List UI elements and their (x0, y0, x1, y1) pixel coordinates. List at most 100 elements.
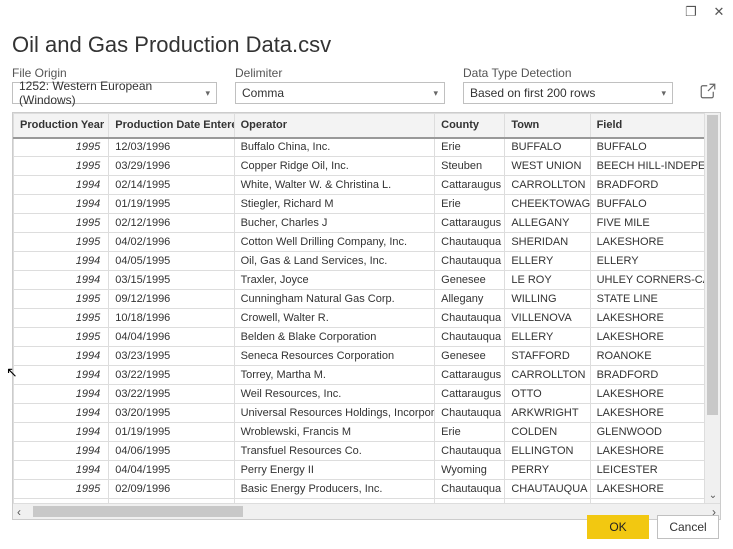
window-close-button[interactable]: ✕ (711, 4, 727, 20)
cell-date: 02/09/1996 (109, 480, 234, 499)
cell-year: 1995 (14, 233, 109, 252)
cell-op: Universal Resources Holdings, Incorporat… (234, 404, 435, 423)
column-header-town[interactable]: Town (505, 114, 590, 138)
cell-date: 09/12/1996 (109, 290, 234, 309)
column-header-field[interactable]: Field (590, 114, 704, 138)
cell-year: 1994 (14, 404, 109, 423)
cell-field: LAKESHORE (590, 385, 704, 404)
cell-op: Cunningham Natural Gas Corp. (234, 290, 435, 309)
chevron-down-icon: ▾ (205, 88, 210, 99)
column-header-county[interactable]: County (435, 114, 505, 138)
cell-town: BUFFALO (505, 138, 590, 157)
table-row[interactable]: 199510/18/1996Crowell, Walter R.Chautauq… (14, 309, 705, 328)
table-row[interactable]: 199403/15/1995Traxler, JoyceGeneseeLE RO… (14, 271, 705, 290)
table-row[interactable]: 199509/12/1996Cunningham Natural Gas Cor… (14, 290, 705, 309)
refresh-icon[interactable] (699, 82, 721, 103)
cell-county: Erie (435, 195, 505, 214)
vertical-scrollbar[interactable]: ⌄ (704, 113, 720, 503)
table-row[interactable]: 199401/19/1995Wroblewski, Francis MErieC… (14, 423, 705, 442)
ok-button[interactable]: OK (587, 515, 649, 539)
cell-date: 01/19/1995 (109, 423, 234, 442)
table-row[interactable]: 199403/20/1995Universal Resources Holdin… (14, 404, 705, 423)
cell-year: 1994 (14, 366, 109, 385)
cell-town: CHEEKTOWAGA (505, 195, 590, 214)
table-row[interactable]: 199401/19/1995Stiegler, Richard MErieCHE… (14, 195, 705, 214)
cell-op: Crowell, Walter R. (234, 309, 435, 328)
table-row[interactable]: 199404/04/1995Perry Energy IIWyomingPERR… (14, 461, 705, 480)
cancel-button[interactable]: Cancel (657, 515, 719, 539)
chevron-down-icon: ▾ (661, 88, 666, 99)
table-row[interactable]: 199404/05/1995Oil, Gas & Land Services, … (14, 252, 705, 271)
cell-field: LAKESHORE (590, 328, 704, 347)
cell-date: 02/14/1995 (109, 176, 234, 195)
cell-field: GLENWOOD (590, 423, 704, 442)
table-row[interactable]: 199403/23/1995Seneca Resources Corporati… (14, 347, 705, 366)
cell-date: 03/23/1995 (109, 347, 234, 366)
data-type-detection-dropdown[interactable]: Based on first 200 rows ▾ (463, 82, 673, 104)
scroll-left-icon[interactable]: ‹ (17, 505, 21, 519)
cell-town: PERRY (505, 461, 590, 480)
cell-field: BUFFALO (590, 195, 704, 214)
table-scroll-area[interactable]: Production Year Production Date Entered … (13, 113, 704, 503)
scroll-down-icon[interactable]: ⌄ (707, 490, 719, 501)
cell-field: LAKESHORE (590, 480, 704, 499)
delimiter-dropdown[interactable]: Comma ▾ (235, 82, 445, 104)
table-row[interactable]: 199512/03/1996Buffalo China, Inc.ErieBUF… (14, 138, 705, 157)
cell-date: 04/02/1996 (109, 233, 234, 252)
cell-op: Oil, Gas & Land Services, Inc. (234, 252, 435, 271)
horizontal-scrollbar-thumb[interactable] (33, 506, 243, 517)
delimiter-label: Delimiter (235, 66, 445, 80)
table-row[interactable]: 199502/12/1996Bucher, Charles JCattaraug… (14, 214, 705, 233)
cell-year: 1995 (14, 138, 109, 157)
file-origin-dropdown[interactable]: 1252: Western European (Windows) ▾ (12, 82, 217, 104)
cell-op: Copper Ridge Oil, Inc. (234, 157, 435, 176)
cell-county: Wyoming (435, 461, 505, 480)
table-row[interactable]: 199503/29/1996Copper Ridge Oil, Inc.Steu… (14, 157, 705, 176)
cell-date: 02/12/1996 (109, 214, 234, 233)
cell-year: 1994 (14, 442, 109, 461)
cell-field: LEICESTER (590, 461, 704, 480)
table-row[interactable]: 199403/22/1995Weil Resources, Inc.Cattar… (14, 385, 705, 404)
cell-date: 01/19/1995 (109, 195, 234, 214)
table-row[interactable]: 199403/22/1995Torrey, Martha M.Cattaraug… (14, 366, 705, 385)
data-type-detection-value: Based on first 200 rows (470, 86, 595, 100)
table-row[interactable]: 199504/02/1996Cotton Well Drilling Compa… (14, 233, 705, 252)
cell-date: 04/05/1995 (109, 252, 234, 271)
cell-field: STATE LINE (590, 290, 704, 309)
cell-field: BEECH HILL-INDEPENDENCE (590, 157, 704, 176)
cell-op: Buffalo China, Inc. (234, 138, 435, 157)
window-restore-button[interactable]: ❐ (683, 4, 699, 20)
column-header-operator[interactable]: Operator (234, 114, 435, 138)
table-row[interactable]: 199502/09/1996Basic Energy Producers, In… (14, 480, 705, 499)
cell-field: BUFFALO (590, 138, 704, 157)
cell-county: Cattaraugus (435, 385, 505, 404)
cell-date: 04/06/1995 (109, 442, 234, 461)
cell-year: 1994 (14, 461, 109, 480)
data-type-detection-label: Data Type Detection (463, 66, 673, 80)
table-row[interactable]: 199504/04/1996Belden & Blake Corporation… (14, 328, 705, 347)
column-header-year[interactable]: Production Year (14, 114, 109, 138)
cell-date: 04/04/1995 (109, 461, 234, 480)
table-row[interactable]: 199402/14/1995White, Walter W. & Christi… (14, 176, 705, 195)
cell-county: Cattaraugus (435, 366, 505, 385)
cell-op: Basic Energy Producers, Inc. (234, 480, 435, 499)
cell-year: 1994 (14, 252, 109, 271)
cell-field: BRADFORD (590, 176, 704, 195)
cell-county: Erie (435, 138, 505, 157)
cell-town: ELLINGTON (505, 442, 590, 461)
column-header-date[interactable]: Production Date Entered (109, 114, 234, 138)
cell-town: LE ROY (505, 271, 590, 290)
chevron-down-icon: ▾ (433, 88, 438, 99)
cell-county: Chautauqua (435, 328, 505, 347)
cell-county: Cattaraugus (435, 214, 505, 233)
cell-op: Belden & Blake Corporation (234, 328, 435, 347)
cell-year: 1994 (14, 423, 109, 442)
table-header-row: Production Year Production Date Entered … (14, 114, 705, 138)
cell-county: Chautauqua (435, 404, 505, 423)
cell-date: 03/20/1995 (109, 404, 234, 423)
table-row[interactable]: 199404/06/1995Transfuel Resources Co.Cha… (14, 442, 705, 461)
cell-county: Genesee (435, 347, 505, 366)
cell-town: COLDEN (505, 423, 590, 442)
vertical-scrollbar-thumb[interactable] (707, 115, 718, 415)
cell-field: LAKESHORE (590, 404, 704, 423)
